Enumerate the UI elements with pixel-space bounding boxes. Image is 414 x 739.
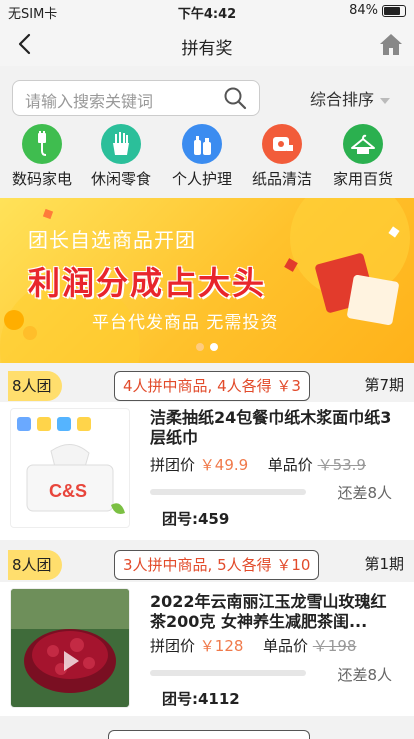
single-price-label: 单品价 <box>267 456 313 474</box>
group-price-label: 拼团价 <box>150 637 196 655</box>
product-brand-text: C&S <box>49 481 87 501</box>
category-item-snacks[interactable]: 休闲零食 <box>81 124 161 189</box>
category-label: 休闲零食 <box>90 170 151 188</box>
product-image <box>10 588 130 708</box>
group-price-label: 拼团价 <box>150 456 196 474</box>
group-card[interactable]: C&S 洁柔抽纸24包餐巾纸木浆面巾纸3层纸巾 拼团价 ￥49.9 单品价 ￥5… <box>0 402 414 540</box>
category-label: 纸品清洁 <box>251 170 312 188</box>
group-header: 8人团 3人拼中商品, 5人各得 ￥10 第1期 <box>0 545 414 585</box>
remaining-count: 还差8人 <box>337 484 392 502</box>
category-item-digital[interactable]: 数码家电 <box>2 124 82 189</box>
group-rule: 3人拼中商品, 5人各得 ￥10 <box>114 550 320 580</box>
status-right: 84% <box>349 3 406 18</box>
banner-line-1: 团长自选商品开团 <box>28 228 196 252</box>
remaining-count: 还差8人 <box>337 666 392 684</box>
sort-dropdown[interactable]: 综合排序 <box>310 86 391 110</box>
page-title: 拼有奖 <box>181 39 233 59</box>
toiletries-icon <box>182 124 222 164</box>
status-bar: 无SIM卡 下午4:42 84% <box>0 0 414 22</box>
search-icon[interactable] <box>223 86 247 110</box>
group-period: 第1期 <box>364 555 404 573</box>
group-period: 第7期 <box>364 376 404 394</box>
price-row: 拼团价 ￥128 单品价 ￥198 <box>150 635 356 656</box>
group-card[interactable]: 2022年云南丽江玉龙雪山玫瑰红茶200克 女神养生减肥茶闺... 拼团价 ￥1… <box>0 582 414 716</box>
category-label: 数码家电 <box>11 170 72 188</box>
progress-bar <box>150 489 306 495</box>
category-item-household[interactable]: 家用百货 <box>323 124 403 189</box>
battery-icon <box>382 4 406 17</box>
group-size-tag: 8人团 <box>8 371 62 401</box>
search-placeholder: 请输入搜索关键词 <box>25 92 154 111</box>
group-header: 8人团 4人拼中商品, 4人各得 ￥3 第7期 <box>0 366 414 406</box>
cable-icon <box>22 124 62 164</box>
price-row: 拼团价 ￥49.9 单品价 ￥53.9 <box>150 454 366 475</box>
group-rule: 4人拼中商品, 4人各得 ￥3 <box>114 371 310 401</box>
single-price: ￥198 <box>312 637 357 655</box>
carousel-dot-active[interactable] <box>210 343 218 351</box>
hanger-icon <box>343 124 383 164</box>
chevron-down-icon <box>380 97 391 104</box>
category-item-paper[interactable]: 纸品清洁 <box>242 124 322 189</box>
fries-icon <box>101 124 141 164</box>
group-number: 团号:4112 <box>162 690 240 708</box>
group-price: ￥49.9 <box>199 456 249 474</box>
group-price: ￥128 <box>199 637 244 655</box>
product-image: C&S <box>10 408 130 528</box>
product-name: 2022年云南丽江玉龙雪山玫瑰红茶200克 女神养生减肥茶闺... <box>150 592 387 631</box>
nav-bar: 拼有奖 <box>0 22 414 66</box>
category-label: 家用百货 <box>332 170 393 188</box>
next-card-edge <box>0 722 414 739</box>
banner-line-3: 平台代发商品 无需投资 <box>92 313 279 333</box>
progress-bar <box>150 670 306 676</box>
banner-headline: 利润分成占大头 <box>28 264 267 302</box>
search-input[interactable]: 请输入搜索关键词 <box>12 80 260 116</box>
group-size-tag: 8人团 <box>8 550 62 580</box>
tissue-roll-icon <box>262 124 302 164</box>
promo-banner[interactable]: 团长自选商品开团 利润分成占大头 平台代发商品 无需投资 <box>0 198 414 363</box>
product-name: 洁柔抽纸24包餐巾纸木浆面巾纸3层纸巾 <box>150 408 392 447</box>
home-icon[interactable] <box>378 31 404 57</box>
single-price: ￥53.9 <box>317 456 366 474</box>
group-number: 团号:459 <box>162 510 230 528</box>
single-price-label: 单品价 <box>263 637 309 655</box>
category-item-personal-care[interactable]: 个人护理 <box>162 124 242 189</box>
sort-label: 综合排序 <box>310 90 375 109</box>
battery-percent: 84% <box>349 3 378 18</box>
carousel-dot[interactable] <box>196 343 204 351</box>
category-label: 个人护理 <box>171 170 232 188</box>
